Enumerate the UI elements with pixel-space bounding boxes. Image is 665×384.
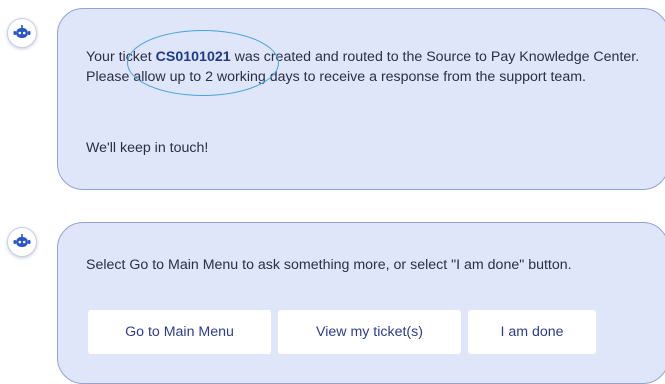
i-am-done-button[interactable]: I am done bbox=[468, 310, 596, 354]
bot-avatar bbox=[7, 227, 37, 257]
ticket-number: CS0101021 bbox=[155, 49, 231, 65]
bot-avatar-icon bbox=[13, 234, 31, 247]
ticket-created-text: Your ticket CS0101021 was created and ro… bbox=[86, 47, 665, 87]
view-my-tickets-button[interactable]: View my ticket(s) bbox=[278, 310, 461, 354]
menu-options-text: Select Go to Main Menu to ask something … bbox=[86, 257, 572, 273]
bot-message-menu-options: Select Go to Main Menu to ask something … bbox=[57, 222, 665, 384]
message-text-before: Your ticket bbox=[86, 49, 156, 65]
bot-message-ticket-created: Your ticket CS0101021 was created and ro… bbox=[57, 8, 665, 190]
go-to-main-menu-button[interactable]: Go to Main Menu bbox=[88, 310, 271, 354]
bot-avatar-icon bbox=[13, 25, 31, 38]
closing-text: We'll keep in touch! bbox=[86, 140, 209, 156]
bot-avatar bbox=[7, 18, 37, 48]
